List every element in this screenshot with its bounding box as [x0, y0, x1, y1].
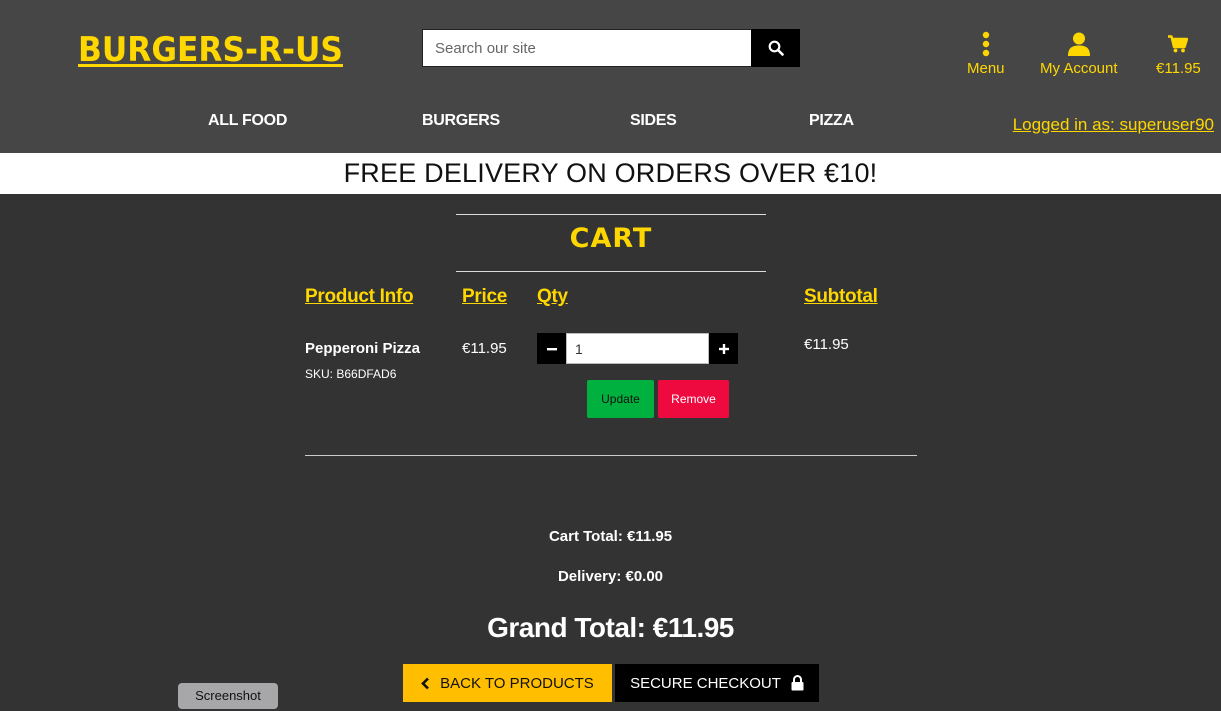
lock-icon: [791, 675, 804, 691]
logged-in-user-link[interactable]: Logged in as: superuser90: [1013, 115, 1214, 135]
search-icon: [768, 40, 784, 56]
header-price[interactable]: Price: [462, 286, 507, 308]
remove-button[interactable]: Remove: [658, 380, 729, 418]
product-name: Pepperoni Pizza: [305, 340, 421, 357]
site-logo[interactable]: BURGERS-R-US: [78, 30, 343, 70]
chevron-left-icon: [421, 677, 430, 689]
product-subtotal: €11.95: [804, 336, 849, 353]
plus-icon: [718, 343, 729, 354]
quantity-input[interactable]: [566, 333, 709, 364]
shopping-cart-icon: [1168, 35, 1189, 53]
nav-sides[interactable]: SIDES: [630, 112, 677, 130]
increment-button[interactable]: [709, 333, 738, 364]
decrement-button[interactable]: [537, 333, 566, 364]
header-qty[interactable]: Qty: [537, 286, 568, 308]
cart-total-label: €11.95: [1156, 60, 1201, 77]
product-sku: SKU: B66DFAD6: [305, 367, 397, 381]
search-button[interactable]: [751, 29, 800, 67]
product-price: €11.95: [462, 340, 507, 357]
header-product-info[interactable]: Product Info: [305, 286, 414, 308]
screenshot-tooltip: Screenshot: [178, 683, 278, 709]
search-bar: [422, 29, 800, 67]
delivery-banner: FREE DELIVERY ON ORDERS OVER €10!: [0, 153, 1221, 194]
ellipsis-vertical-icon: [982, 31, 989, 57]
back-to-products-button[interactable]: BACK TO PRODUCTS: [403, 664, 612, 702]
cart-total: Cart Total: €11.95: [548, 528, 673, 545]
delivery-cost: Delivery: €0.00: [557, 568, 664, 585]
nav-burgers[interactable]: BURGERS: [422, 112, 500, 130]
my-account-link[interactable]: My Account: [1040, 30, 1118, 77]
site-header: BURGERS-R-US Menu My Account: [0, 0, 1221, 153]
update-button[interactable]: Update: [587, 380, 654, 418]
user-icon: [1067, 32, 1090, 56]
search-input[interactable]: [422, 29, 751, 67]
nav-pizza[interactable]: PIZZA: [809, 112, 854, 130]
cart-link[interactable]: €11.95: [1156, 30, 1201, 77]
cart-title-block: CART: [456, 214, 766, 272]
divider: [305, 455, 917, 456]
back-to-products-label: BACK TO PRODUCTS: [440, 674, 594, 692]
secure-checkout-button[interactable]: SECURE CHECKOUT: [615, 664, 819, 702]
page-title: CART: [569, 223, 653, 254]
menu-label: Menu: [967, 60, 1005, 77]
my-account-label: My Account: [1040, 60, 1118, 77]
quantity-stepper: [537, 333, 738, 364]
nav-all-food[interactable]: ALL FOOD: [208, 112, 287, 130]
grand-total: Grand Total: €11.95: [487, 612, 734, 643]
minus-icon: [546, 347, 557, 350]
secure-checkout-label: SECURE CHECKOUT: [630, 674, 781, 692]
menu-toggle[interactable]: Menu: [967, 30, 1005, 77]
header-subtotal[interactable]: Subtotal: [804, 286, 878, 308]
